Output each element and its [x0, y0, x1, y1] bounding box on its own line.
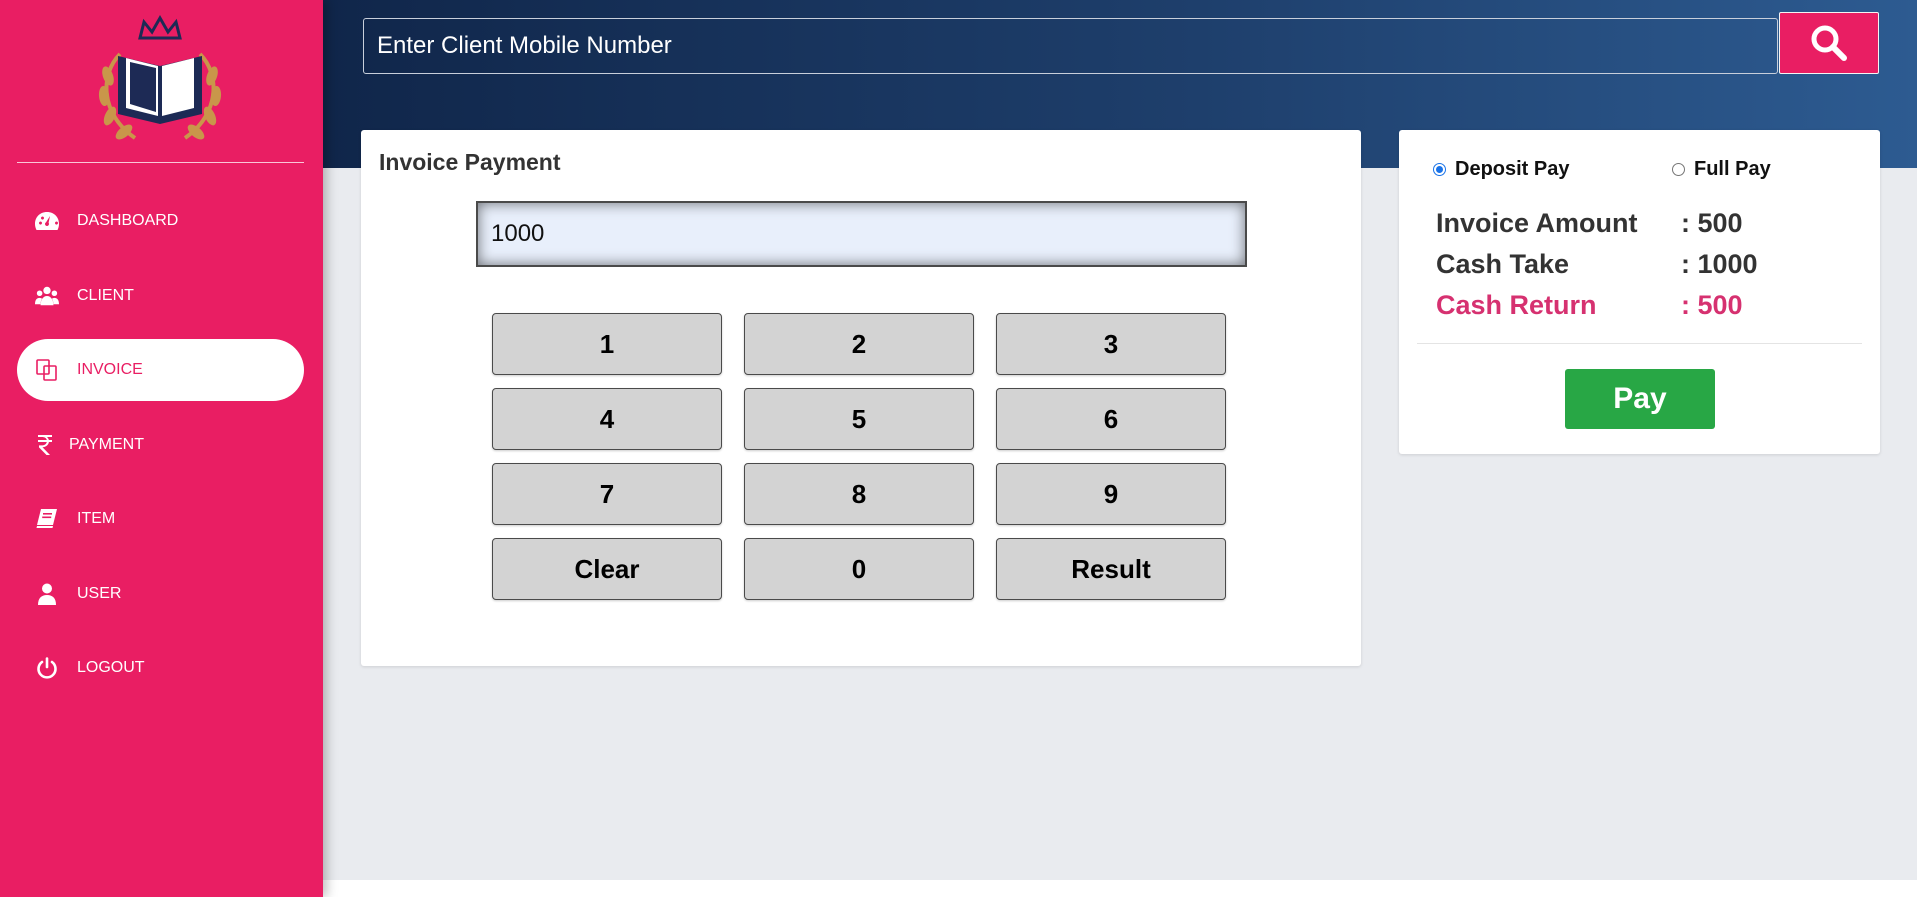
users-icon [35, 284, 59, 308]
sidebar-divider [17, 162, 304, 163]
book-icon [35, 507, 59, 531]
search-icon [1811, 25, 1847, 61]
sidebar-item-label: LOGOUT [77, 659, 145, 676]
full-pay-label: Full Pay [1694, 158, 1771, 180]
deposit-pay-label: Deposit Pay [1455, 158, 1570, 180]
key-1[interactable]: 1 [492, 313, 722, 375]
invoice-payment-title: Invoice Payment [379, 149, 561, 175]
key-5[interactable]: 5 [744, 388, 974, 450]
sidebar-item-logout[interactable]: LOGOUT [17, 637, 304, 699]
cash-return-label: Cash Return [1436, 290, 1597, 320]
sidebar-item-label: INVOICE [77, 361, 143, 378]
cash-take-row: Cash Take : 1000 [1436, 249, 1758, 280]
cash-take-label: Cash Take [1436, 249, 1570, 279]
sidebar-item-client[interactable]: CLIENT [17, 265, 304, 327]
bottom-strip [323, 880, 1917, 897]
key-3[interactable]: 3 [996, 313, 1226, 375]
sidebar-item-label: PAYMENT [69, 436, 144, 453]
sidebar-item-label: DASHBOARD [77, 212, 179, 229]
rupee-icon [33, 433, 57, 457]
key-7[interactable]: 7 [492, 463, 722, 525]
key-4[interactable]: 4 [492, 388, 722, 450]
invoice-amount-row: Invoice Amount : 500 [1436, 208, 1743, 239]
sidebar-item-payment[interactable]: PAYMENT [17, 414, 304, 476]
sidebar-item-invoice[interactable]: INVOICE [17, 339, 304, 401]
payment-summary-card: Deposit Pay Full Pay Invoice Amount : 50… [1399, 130, 1880, 454]
cash-take-value: : 1000 [1681, 249, 1758, 279]
cash-return-row: Cash Return : 500 [1436, 290, 1743, 321]
dashboard-icon [35, 209, 59, 233]
key-2[interactable]: 2 [744, 313, 974, 375]
sidebar-item-label: USER [77, 585, 122, 602]
app-logo[interactable] [90, 14, 230, 149]
amount-display-input[interactable] [476, 201, 1247, 267]
full-pay-radio[interactable] [1672, 163, 1685, 176]
sidebar-item-label: CLIENT [77, 287, 134, 304]
invoice-amount-label: Invoice Amount [1436, 208, 1638, 238]
sidebar-item-label: ITEM [77, 510, 116, 527]
sidebar: DASHBOARD CLIENT INVOICE PAYMENT ITEM US… [0, 0, 323, 897]
invoice-payment-card: Invoice Payment 1 2 3 4 5 6 7 8 9 Clear … [361, 130, 1361, 666]
pay-button[interactable]: Pay [1565, 369, 1715, 429]
deposit-pay-radio[interactable] [1433, 163, 1446, 176]
sidebar-item-dashboard[interactable]: DASHBOARD [17, 190, 304, 252]
full-pay-option[interactable]: Full Pay [1672, 158, 1771, 181]
search-button[interactable] [1779, 12, 1879, 74]
key-8[interactable]: 8 [744, 463, 974, 525]
sidebar-item-user[interactable]: USER [17, 563, 304, 625]
key-0[interactable]: 0 [744, 538, 974, 600]
key-9[interactable]: 9 [996, 463, 1226, 525]
key-6[interactable]: 6 [996, 388, 1226, 450]
clear-button[interactable]: Clear [492, 538, 722, 600]
invoice-amount-value: : 500 [1681, 208, 1743, 238]
cash-return-value: : 500 [1681, 290, 1743, 320]
power-icon [35, 656, 59, 680]
book-crown-laurel-logo [98, 14, 222, 140]
user-icon [35, 582, 59, 606]
copy-icon [35, 358, 59, 382]
sidebar-item-item[interactable]: ITEM [17, 488, 304, 550]
result-button[interactable]: Result [996, 538, 1226, 600]
deposit-pay-option[interactable]: Deposit Pay [1433, 158, 1569, 181]
client-mobile-search-input[interactable] [363, 18, 1778, 74]
keypad: 1 2 3 4 5 6 7 8 9 Clear 0 Result [492, 313, 1226, 600]
summary-divider [1417, 343, 1862, 344]
